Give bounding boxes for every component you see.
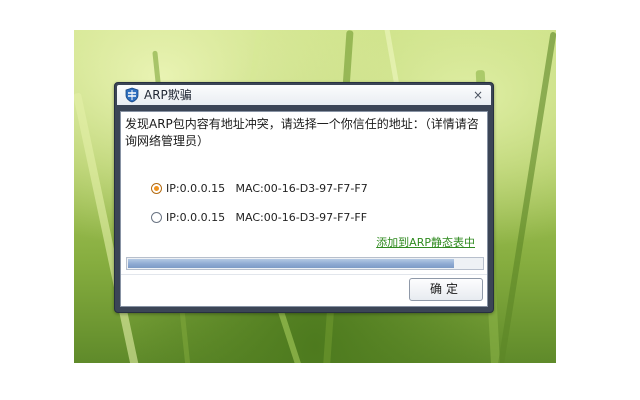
radio-button[interactable] (151, 211, 162, 223)
option-label: IP:0.0.0.15 MAC:00-16-D3-97-F7-F7 (166, 181, 368, 195)
add-to-arp-static-table-link[interactable]: 添加到ARP静态表中 (376, 234, 475, 250)
shield-icon (125, 87, 139, 103)
arp-spoof-dialog: ARP欺骗 × 发现ARP包内容有地址冲突，请选择一个你信任的地址：（详情请咨询… (114, 82, 494, 313)
dialog-body: 发现ARP包内容有地址冲突，请选择一个你信任的地址：（详情请咨询网络管理员） I… (120, 111, 488, 307)
progress-bar (126, 257, 484, 270)
window-title: ARP欺骗 (144, 88, 192, 102)
option-label: IP:0.0.0.15 MAC:00-16-D3-97-F7-FF (166, 210, 368, 224)
divider (121, 274, 487, 275)
title-bar[interactable]: ARP欺骗 × (117, 85, 491, 105)
ok-button[interactable]: 确定 (409, 278, 483, 301)
option-mac-ff[interactable]: IP:0.0.0.15 MAC:00-16-D3-97-F7-FF (151, 209, 367, 225)
option-mac-f7[interactable]: IP:0.0.0.15 MAC:00-16-D3-97-F7-F7 (151, 180, 368, 196)
conflict-message: 发现ARP包内容有地址冲突，请选择一个你信任的地址：（详情请咨询网络管理员） (125, 117, 479, 148)
close-icon[interactable]: × (471, 87, 485, 103)
progress-fill (128, 259, 454, 268)
radio-button[interactable] (151, 182, 162, 194)
